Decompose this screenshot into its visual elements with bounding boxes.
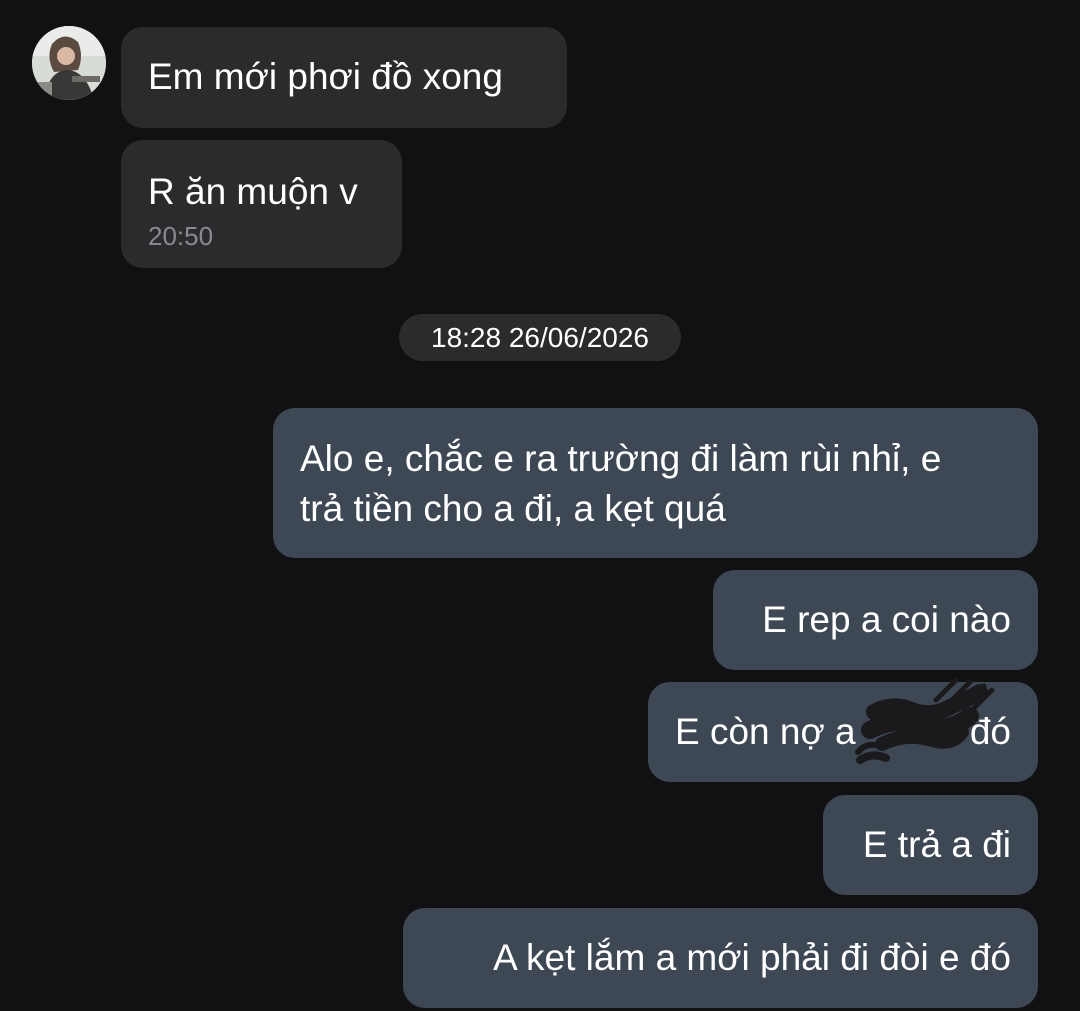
message-text-line: trả tiền cho a đi, a kẹt quá bbox=[300, 488, 726, 529]
avatar-photo-icon bbox=[32, 26, 106, 100]
outgoing-message[interactable]: E còn nợ a đó bbox=[648, 682, 1038, 782]
message-text-line: Alo e, chắc e ra trường đi làm rùi nhỉ, … bbox=[300, 438, 942, 479]
message-text: E còn nợ a bbox=[675, 711, 856, 752]
message-text: E rep a coi nào bbox=[762, 599, 1011, 640]
outgoing-message[interactable]: Alo e, chắc e ra trường đi làm rùi nhỉ, … bbox=[273, 408, 1038, 558]
incoming-message[interactable]: R ăn muộn v 20:50 bbox=[121, 140, 402, 268]
outgoing-message[interactable]: E rep a coi nào bbox=[713, 570, 1038, 670]
message-text: Em mới phơi đồ xong bbox=[148, 56, 503, 97]
message-timestamp: 20:50 bbox=[148, 221, 214, 251]
message-text: A kẹt lắm a mới phải đi đòi e đó bbox=[493, 937, 1011, 978]
message-text: R ăn muộn v bbox=[148, 171, 358, 212]
message-text: E trả a đi bbox=[862, 824, 1011, 865]
outgoing-message[interactable]: A kẹt lắm a mới phải đi đòi e đó bbox=[403, 908, 1038, 1008]
date-separator: 18:28 26/06/2026 bbox=[399, 314, 681, 361]
contact-avatar[interactable] bbox=[32, 26, 106, 100]
outgoing-message[interactable]: E trả a đi bbox=[823, 795, 1038, 895]
message-text: đó bbox=[969, 711, 1011, 752]
incoming-message[interactable]: Em mới phơi đồ xong bbox=[121, 27, 567, 128]
